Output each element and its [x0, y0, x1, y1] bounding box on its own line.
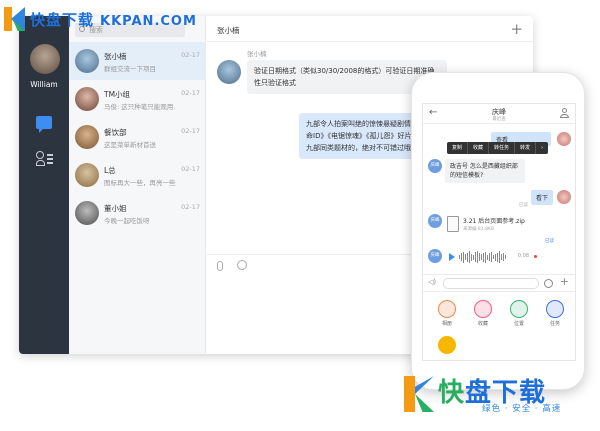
- watermark-bottom: 快盘下载 绿色 · 安全 · 高速: [404, 372, 600, 422]
- conversation-date: 02-17: [181, 165, 200, 173]
- contacts-icon[interactable]: [36, 151, 53, 166]
- add-icon[interactable]: +: [510, 20, 523, 38]
- conversation-name: 餐饮部: [104, 128, 127, 137]
- ctx-more-icon[interactable]: ›: [536, 142, 548, 154]
- conversation-preview: 这是菜单新材首送: [104, 141, 156, 149]
- unplayed-dot-icon: [534, 255, 537, 258]
- attachment-icon[interactable]: [217, 261, 223, 271]
- conversation-avatar: [75, 125, 99, 149]
- mobile-self-avatar: [557, 190, 571, 204]
- zip-file-icon: [447, 216, 459, 232]
- conversation-item[interactable]: 董小姐 今晚一起吃饭呀 02-17: [69, 194, 206, 232]
- task-icon: [546, 300, 564, 318]
- voice-duration: 0:08: [517, 253, 529, 259]
- add-icon[interactable]: +: [560, 275, 569, 288]
- conversation-name: 董小姐: [104, 204, 127, 213]
- conversation-date: 02-17: [181, 127, 200, 135]
- action-label: 收藏: [477, 321, 488, 327]
- action-favorite[interactable]: 收藏: [469, 300, 497, 327]
- conversation-avatar: [75, 163, 99, 187]
- waveform-icon: [459, 251, 506, 263]
- conversation-name: 张小楠: [104, 52, 127, 61]
- conversation-avatar: [75, 87, 99, 111]
- location-pin-icon: [510, 300, 528, 318]
- action-task[interactable]: 任务: [541, 300, 569, 327]
- mobile-self-avatar: [557, 132, 571, 146]
- chat-icon[interactable]: [36, 116, 52, 133]
- file-name: 3.21 后台页面参考.zip: [463, 218, 525, 225]
- ctx-favorite[interactable]: 收藏: [468, 142, 490, 154]
- user-avatar[interactable]: [30, 44, 60, 74]
- conversation-date: 02-17: [181, 51, 200, 59]
- context-menu: 复制 收藏 转任务 转发 ›: [447, 142, 549, 154]
- mobile-contact-avatar: 庆峰: [428, 214, 442, 228]
- chat-header: 张小楠 +: [207, 16, 533, 42]
- play-icon[interactable]: [449, 253, 455, 261]
- file-message[interactable]: 3.21 后台页面参考.zip 来源编 81.8KB: [445, 214, 537, 238]
- action-extra[interactable]: [433, 336, 461, 354]
- mobile-bubble-received: 政吉号 怎么是西藏组织部的短信模板?: [445, 159, 525, 183]
- conversation-name: L总: [104, 166, 116, 175]
- conversation-list: 搜索 张小楠 群组交流一下项目 02-17 TM小组 马俊: 这只种笔只能观用.…: [69, 16, 206, 354]
- mobile-header: ← 庆峰 最近查: [423, 104, 575, 124]
- action-label: 相册: [441, 321, 452, 327]
- conversation-item[interactable]: 张小楠 群组交流一下项目 02-17: [69, 42, 206, 80]
- ctx-to-task[interactable]: 转任务: [489, 142, 516, 154]
- conversation-item[interactable]: L总 图标再大一些，再亮一些些 02-17: [69, 156, 206, 194]
- mobile-screen: ← 庆峰 最近查 查看 复制 收藏 转任务 转发 › 庆峰 政吉号 怎么是西藏组…: [422, 103, 576, 361]
- watermark-top-text: 快盘下载 KKPAN.COM: [30, 9, 197, 30]
- ctx-forward[interactable]: 转发: [515, 142, 537, 154]
- conversation-date: 02-17: [181, 203, 200, 211]
- mobile-phone: ← 庆峰 最近查 查看 复制 收藏 转任务 转发 › 庆峰 政吉号 怎么是西藏组…: [411, 72, 585, 390]
- conversation-avatar: [75, 49, 99, 73]
- layers-icon: [438, 336, 456, 354]
- conversation-avatar: [75, 201, 99, 225]
- watermark-brand: 快盘下载: [30, 10, 95, 29]
- nav-rail: William: [19, 16, 69, 354]
- conversation-preview: 马俊: 这只种笔只能观用...: [104, 103, 176, 111]
- conversation-preview: 今晚一起吃饭呀: [104, 217, 150, 225]
- conversation-name: TM小组: [104, 90, 131, 99]
- action-location[interactable]: 位置: [505, 300, 533, 327]
- conversation-preview: 群组交流一下项目: [104, 65, 156, 73]
- mobile-chat-subtitle: 最近查: [492, 117, 506, 122]
- ctx-copy[interactable]: 复制: [447, 142, 469, 154]
- user-icon[interactable]: [560, 108, 569, 119]
- mobile-contact-avatar: 庆峰: [428, 159, 442, 173]
- message-avatar: [217, 60, 241, 84]
- read-receipt: 已读: [545, 239, 554, 244]
- kkpan-logo-icon: [404, 376, 434, 412]
- mobile-contact-avatar: 庆峰: [428, 249, 442, 263]
- action-album[interactable]: 相册: [433, 300, 461, 327]
- action-label: 任务: [549, 321, 560, 327]
- conversation-item[interactable]: TM小组 马俊: 这只种笔只能观用... 02-17: [69, 80, 206, 118]
- emoji-icon[interactable]: [237, 260, 247, 270]
- voice-message[interactable]: 0:08: [445, 249, 539, 265]
- album-icon: [438, 300, 456, 318]
- mobile-input-bar: ◁) +: [423, 274, 575, 292]
- voice-input-icon[interactable]: ◁): [428, 278, 436, 286]
- watermark-top: 快盘下载 KKPAN.COM: [4, 6, 197, 32]
- mobile-message-input[interactable]: [443, 278, 539, 289]
- kkpan-logo-icon: [4, 7, 26, 31]
- watermark-site: KKPAN.COM: [100, 13, 197, 29]
- file-size: 来源编 81.8KB: [463, 227, 494, 232]
- mobile-bubble-sent[interactable]: 看下: [531, 190, 554, 205]
- read-receipt: 已读: [519, 203, 528, 208]
- watermark-slogan: 绿色 · 安全 · 高速: [482, 404, 562, 414]
- user-name: William: [30, 80, 58, 89]
- chat-title: 张小楠: [217, 26, 240, 35]
- watermark-char: 快: [438, 378, 466, 408]
- heart-icon: [474, 300, 492, 318]
- conversation-preview: 图标再大一些，再亮一些些: [104, 179, 176, 187]
- conversation-date: 02-17: [181, 89, 200, 97]
- message-sender: 张小楠: [247, 50, 267, 58]
- action-label: 位置: [513, 321, 524, 327]
- emoji-icon[interactable]: [544, 279, 553, 288]
- conversation-item[interactable]: 餐饮部 这是菜单新材首送 02-17: [69, 118, 206, 156]
